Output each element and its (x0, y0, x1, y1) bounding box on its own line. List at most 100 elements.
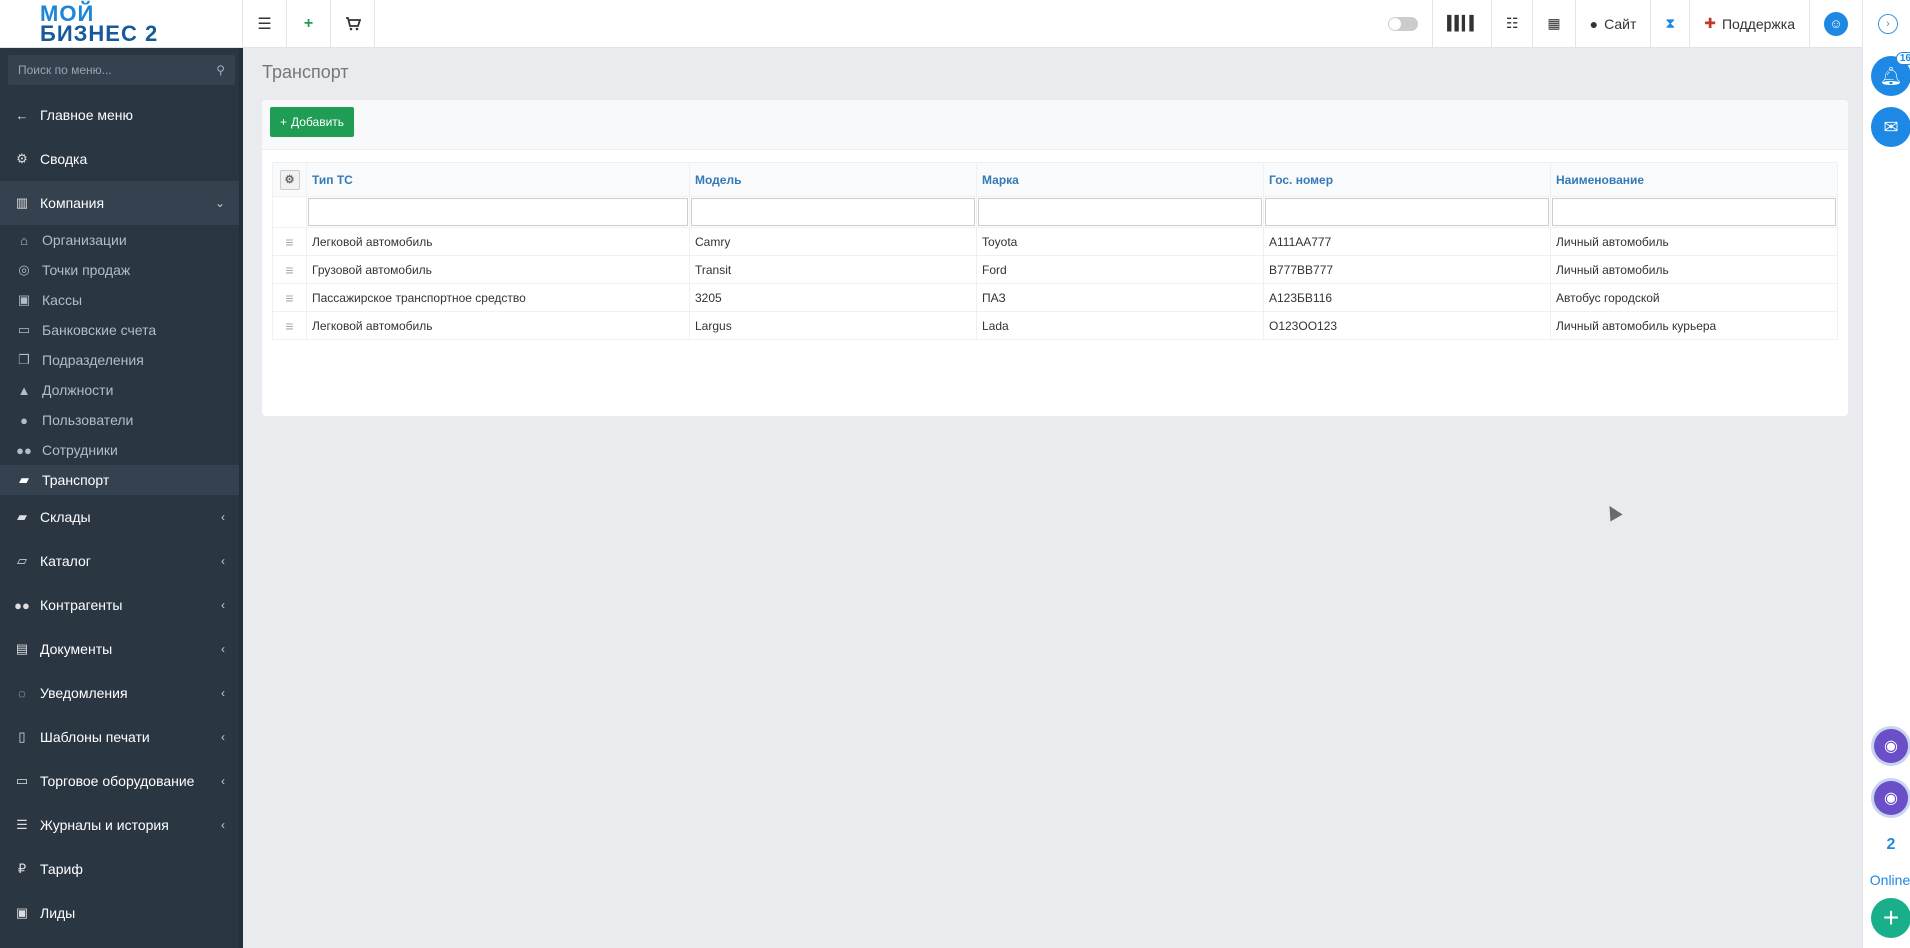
sidebar-item-main-menu[interactable]: ← Главное меню (0, 93, 243, 137)
graduation-cap-icon: ▲ (17, 382, 31, 398)
cell-brand: Toyota (976, 227, 1264, 256)
sidebar-item-documents[interactable]: ▤ Документы ‹ (0, 627, 243, 671)
filter-cell (976, 196, 1264, 228)
logo-line-2: БИЗНЕС 2 (40, 21, 159, 46)
sidebar-item-leads[interactable]: ▣ Лиды (0, 891, 243, 935)
cell-model: Transit (689, 255, 977, 284)
users-icon: ●● (14, 597, 30, 613)
site-label: Сайт (1604, 15, 1637, 32)
drag-handle-icon[interactable]: ≡ (272, 311, 307, 340)
barcode-button[interactable]: ▌▌▍▌ (1432, 0, 1491, 47)
support-link[interactable]: ✚ Поддержка (1689, 0, 1809, 47)
filter-cell (689, 196, 977, 228)
ruble-icon: ₽ (17, 861, 27, 876)
chevron-right-icon[interactable]: › (1878, 14, 1898, 34)
chevron-left-icon: ‹ (221, 510, 225, 524)
logo[interactable]: МОЙ БИЗНЕС 2 (0, 0, 243, 48)
column-header[interactable]: Тип ТС (306, 162, 690, 197)
support-label: Поддержка (1721, 15, 1795, 32)
profile-button[interactable]: ☺ (1809, 0, 1862, 47)
table-row[interactable]: ≡ Легковой автомобиль Camry Toyota А111А… (272, 227, 1838, 256)
filter-name-input[interactable] (1552, 198, 1836, 226)
filter-cell (306, 196, 690, 228)
filter-spacer (272, 196, 307, 228)
assistant-bot-1[interactable]: ◉ (1871, 726, 1910, 766)
sidebar-sub-bank-accounts[interactable]: ▭ Банковские счета (0, 315, 243, 345)
mode-toggle[interactable] (1388, 16, 1419, 31)
cell-plate: В777ВВ777 (1263, 255, 1551, 284)
robot-icon: ◉ (1884, 738, 1898, 755)
table-row[interactable]: ≡ Грузовой автомобиль Transit Ford В777В… (272, 255, 1838, 284)
column-header[interactable]: Модель (689, 162, 977, 197)
layout-button[interactable]: ☷ (1490, 0, 1533, 47)
sidebar-sub-cash-registers[interactable]: ▣ Кассы (0, 285, 243, 315)
notifications-button[interactable]: 🔔︎ 16 (1871, 52, 1910, 96)
menu-toggle-button[interactable]: ☰ (243, 0, 287, 47)
chat-button[interactable]: ✉ (1871, 107, 1910, 147)
sidebar-item-logs[interactable]: ☰ Журналы и история ‹ (0, 803, 243, 847)
column-header[interactable]: Марка (976, 162, 1264, 197)
hourglass-button[interactable]: ⧗ (1650, 0, 1689, 47)
sidebar-item-catalog[interactable]: ▱ Каталог ‹ (0, 539, 243, 583)
calendar-icon: ▦ (1547, 15, 1561, 31)
sidebar-item-label: Тариф (40, 861, 83, 877)
contact-icon: ▣ (15, 905, 29, 920)
chat-icon: ✉ (1883, 116, 1899, 137)
column-header[interactable]: Гос. номер (1263, 162, 1551, 197)
table-row[interactable]: ≡ Легковой автомобиль Largus Lada О123ОО… (272, 311, 1838, 340)
filter-brand-input[interactable] (978, 198, 1262, 226)
sidebar-item-counterparties[interactable]: ●● Контрагенты ‹ (0, 583, 243, 627)
cell-model: Largus (689, 311, 977, 340)
chevron-left-icon: ‹ (221, 818, 225, 832)
sidebar-item-print-templates[interactable]: ▯ Шаблоны печати ‹ (0, 715, 243, 759)
cell-name-link[interactable]: Личный автомобиль (1550, 255, 1838, 284)
hamburger-icon: ☰ (257, 15, 272, 33)
cart-button[interactable] (331, 0, 375, 47)
sidebar-sub-transport[interactable]: ▰ Транспорт (0, 465, 243, 495)
assistant-bot-2[interactable]: ◉ (1871, 778, 1910, 818)
sidebar-item-label: Главное меню (40, 107, 134, 123)
quick-add-button[interactable]: + (287, 0, 331, 47)
column-header[interactable]: Наименование (1550, 162, 1838, 197)
chevron-down-icon: ⌄ (214, 196, 225, 210)
sidebar-scrollbar[interactable] (239, 48, 243, 948)
group-icon: ●● (16, 442, 32, 458)
cell-name-link[interactable]: Личный автомобиль курьера (1550, 311, 1838, 340)
sidebar-item-label: Склады (40, 509, 91, 525)
sidebar-sub-organizations[interactable]: ⌂ Организации (0, 225, 243, 255)
target-icon: ◎ (18, 262, 30, 277)
sidebar-sub-label: Подразделения (42, 352, 144, 368)
online-count: 2 (1886, 836, 1896, 853)
sidebar-sub-employees[interactable]: ●● Сотрудники (0, 435, 243, 465)
table-row[interactable]: ≡ Пассажирское транспортное средство 320… (272, 283, 1838, 312)
sidebar-item-trade-equipment[interactable]: ▭ Торговое оборудование ‹ (0, 759, 243, 803)
sidebar-sub-sales-points[interactable]: ◎ Точки продаж (0, 255, 243, 285)
filter-model-input[interactable] (691, 198, 975, 226)
sidebar-item-tariff[interactable]: ₽ Тариф (0, 847, 243, 891)
hourglass-icon: ⧗ (1665, 15, 1676, 31)
drag-handle-icon[interactable]: ≡ (272, 227, 307, 256)
sidebar-sub-departments[interactable]: ❐ Подразделения (0, 345, 243, 375)
drag-handle-icon[interactable]: ≡ (272, 283, 307, 312)
gear-icon[interactable]: ⚙ (279, 169, 300, 190)
filter-plate-input[interactable] (1265, 198, 1549, 226)
cell-name-link[interactable]: Автобус городской (1550, 283, 1838, 312)
drag-handle-icon[interactable]: ≡ (272, 255, 307, 284)
search-icon[interactable]: ⚲ (216, 63, 225, 77)
fab-add-button[interactable]: + (1871, 898, 1910, 938)
sidebar-sub-users[interactable]: ● Пользователи (0, 405, 243, 435)
notification-badge: 16 (1895, 52, 1910, 65)
sidebar-item-notifications[interactable]: ◌ Уведомления ‹ (0, 671, 243, 715)
sidebar-item-summary[interactable]: ⚙ Сводка (0, 137, 243, 181)
site-link[interactable]: ● Сайт (1574, 0, 1651, 47)
calendar-button[interactable]: ▦ (1532, 0, 1574, 47)
robot-icon: ◉ (1884, 790, 1898, 807)
add-button[interactable]: + Добавить (270, 107, 355, 137)
menu-search-input[interactable] (18, 63, 208, 77)
sidebar-item-company[interactable]: ▥ Компания ⌄ (0, 181, 243, 225)
sidebar-item-warehouses[interactable]: ▰ Склады ‹ (0, 495, 243, 539)
sidebar-sub-positions[interactable]: ▲ Должности (0, 375, 243, 405)
cell-name-link[interactable]: Личный автомобиль (1550, 227, 1838, 256)
sidebar-item-label: Компания (40, 195, 105, 211)
filter-type-input[interactable] (308, 198, 688, 226)
